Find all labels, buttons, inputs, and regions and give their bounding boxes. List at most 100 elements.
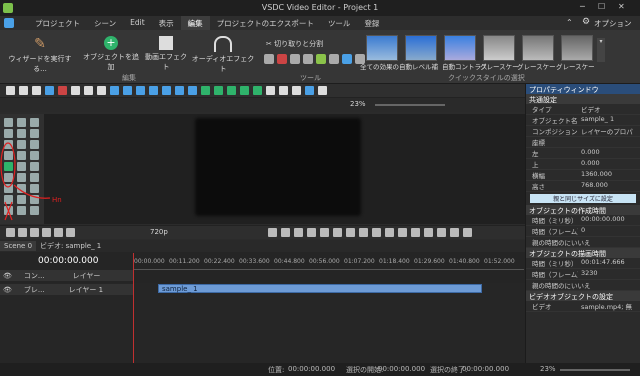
tool-icon-1[interactable] [264, 54, 274, 64]
status-zoom-slider[interactable] [560, 369, 630, 371]
playback-icon-18[interactable] [424, 228, 433, 237]
toolbar-icon-17[interactable] [227, 86, 236, 95]
tool-icon-2[interactable] [277, 54, 287, 64]
prop-dt-parent[interactable]: 親の時間のにいいえ [526, 280, 640, 291]
menu-app-icon[interactable] [4, 18, 14, 28]
section-video-settings[interactable]: ビデオオブジェクトの設定 [526, 291, 640, 301]
toolbar-icon-21[interactable] [279, 86, 288, 95]
playback-icon-6[interactable] [268, 228, 277, 237]
video-effects-button[interactable]: 動画エフェクト [142, 34, 190, 72]
toolbar-icon-1[interactable] [19, 86, 28, 95]
toolbar-icon-13[interactable] [175, 86, 184, 95]
playback-icon-3[interactable] [42, 228, 51, 237]
tool-icon-3[interactable] [290, 54, 300, 64]
tab-video[interactable]: ビデオ: sample_ 1 [36, 240, 105, 252]
minimize-button[interactable]: ─ [580, 2, 594, 13]
menu-item-7[interactable]: 登録 [357, 16, 386, 30]
menu-item-1[interactable]: シーン [87, 16, 123, 30]
prop-height[interactable]: 高さ 768.000 [526, 181, 640, 192]
object-tool-icon-1-2[interactable] [30, 129, 39, 138]
menu-item-6[interactable]: ツール [321, 16, 358, 30]
prop-ct-ms[interactable]: 時間（ミリ秒） 00:00:00.000 [526, 215, 640, 226]
quickstyle-scroll-button[interactable]: ▾ [597, 38, 605, 62]
timeline-ruler[interactable]: 00:00.000 00:11.200 00:22.400 00:33.600 00:4… [134, 258, 524, 270]
toolbar-icon-2[interactable] [32, 86, 41, 95]
options-label[interactable]: オプション [594, 18, 632, 29]
toolbar-icon-14[interactable] [188, 86, 197, 95]
section-draw-time[interactable]: オブジェクトの描画時間 [526, 248, 640, 258]
toolbar-icon-15[interactable] [201, 86, 210, 95]
toolbar-icon-12[interactable] [162, 86, 171, 95]
audio-effects-button[interactable]: オーディオエフェクト [190, 34, 256, 74]
toolbar-icon-22[interactable] [292, 86, 301, 95]
quickstyle-thumb-4[interactable] [483, 35, 515, 61]
playback-icon-21[interactable] [463, 228, 472, 237]
playback-icon-9[interactable] [307, 228, 316, 237]
object-tool-icon-1-1[interactable] [17, 129, 26, 138]
expand-ribbon-icon[interactable]: ⌃ [566, 18, 573, 27]
playback-icon-12[interactable] [346, 228, 355, 237]
quickstyle-thumb-2[interactable] [405, 35, 437, 61]
prop-ct-frame[interactable]: 時間（フレーム）0 [526, 226, 640, 237]
video-clip[interactable]: sample_ 1 [158, 284, 482, 293]
prop-left[interactable]: 左 0.000 [526, 148, 640, 159]
section-coords[interactable]: 座標 [526, 137, 640, 148]
tool-icon-5[interactable] [316, 54, 326, 64]
menu-item-2[interactable]: Edit [123, 16, 152, 30]
playback-icon-19[interactable] [437, 228, 446, 237]
prop-composition[interactable]: コンポジション レイヤーのプロパ [526, 126, 640, 137]
zoom-slider[interactable] [375, 104, 445, 106]
object-tool-icon-0-0[interactable] [4, 118, 13, 127]
cut-split-button[interactable]: ✂ 切り取りと分割 [266, 39, 323, 49]
playback-icon-1[interactable] [18, 228, 27, 237]
toolbar-icon-16[interactable] [214, 86, 223, 95]
playback-icon-8[interactable] [294, 228, 303, 237]
tool-icon-6[interactable] [329, 54, 339, 64]
menu-item-4[interactable]: 編集 [180, 16, 210, 30]
toolbar-icon-0[interactable] [6, 86, 15, 95]
toolbar-icon-20[interactable] [266, 86, 275, 95]
toolbar-icon-23[interactable] [305, 86, 314, 95]
quickstyle-thumb-5[interactable] [522, 35, 554, 61]
tool-icon-7[interactable] [342, 54, 352, 64]
playback-icon-14[interactable] [372, 228, 381, 237]
playback-icon-5[interactable] [66, 228, 75, 237]
toolbar-icon-19[interactable] [253, 86, 262, 95]
wizard-button[interactable]: ✎ ウィザードを実行する... [4, 34, 76, 74]
playback-icon-16[interactable] [398, 228, 407, 237]
eye-icon[interactable]: 👁 [3, 272, 12, 280]
toolbar-icon-9[interactable] [123, 86, 132, 95]
maximize-button[interactable]: ☐ [598, 2, 612, 13]
add-object-button[interactable]: + オブジェクトを追加 [80, 34, 142, 72]
menu-item-3[interactable]: 表示 [152, 16, 181, 30]
playhead[interactable] [133, 253, 134, 363]
prop-video[interactable]: ビデオ sample.mp4; 無 [526, 301, 640, 312]
tool-icon-4[interactable] [303, 54, 313, 64]
prop-ct-parent[interactable]: 親の時間のにいいえ [526, 237, 640, 248]
track-eye-icon[interactable]: 👁 [3, 286, 12, 294]
object-tool-icon-0-1[interactable] [17, 118, 26, 127]
toolbar-icon-4[interactable] [58, 86, 67, 95]
prop-dt-frame[interactable]: 時間（フレーム）3230 [526, 269, 640, 280]
same-size-button[interactable]: 親と同じサイズに設定 [530, 194, 636, 203]
toolbar-icon-5[interactable] [71, 86, 80, 95]
quickstyle-thumb-6[interactable] [561, 35, 593, 61]
section-creation-time[interactable]: オブジェクトの作成時間 [526, 205, 640, 215]
resolution-select[interactable]: 720p [150, 228, 168, 236]
prop-width[interactable]: 横幅 1360.000 [526, 170, 640, 181]
toolbar-icon-10[interactable] [136, 86, 145, 95]
toolbar-icon-18[interactable] [240, 86, 249, 95]
toolbar-icon-8[interactable] [110, 86, 119, 95]
toolbar-icon-24[interactable] [318, 86, 327, 95]
menu-item-5[interactable]: プロジェクトのエクスポート [210, 16, 321, 30]
close-button[interactable]: ✕ [618, 2, 632, 13]
toolbar-icon-7[interactable] [97, 86, 106, 95]
menu-item-0[interactable]: プロジェクト [28, 16, 87, 30]
playback-icon-4[interactable] [54, 228, 63, 237]
prop-dt-ms[interactable]: 時間（ミリ秒） 00:01:47.666 [526, 258, 640, 269]
zoom-value[interactable]: 23% [350, 100, 366, 108]
playback-icon-20[interactable] [450, 228, 459, 237]
section-common[interactable]: 共通設定 [526, 94, 640, 104]
playback-icon-0[interactable] [6, 228, 15, 237]
quickstyle-thumb-3[interactable] [444, 35, 476, 61]
